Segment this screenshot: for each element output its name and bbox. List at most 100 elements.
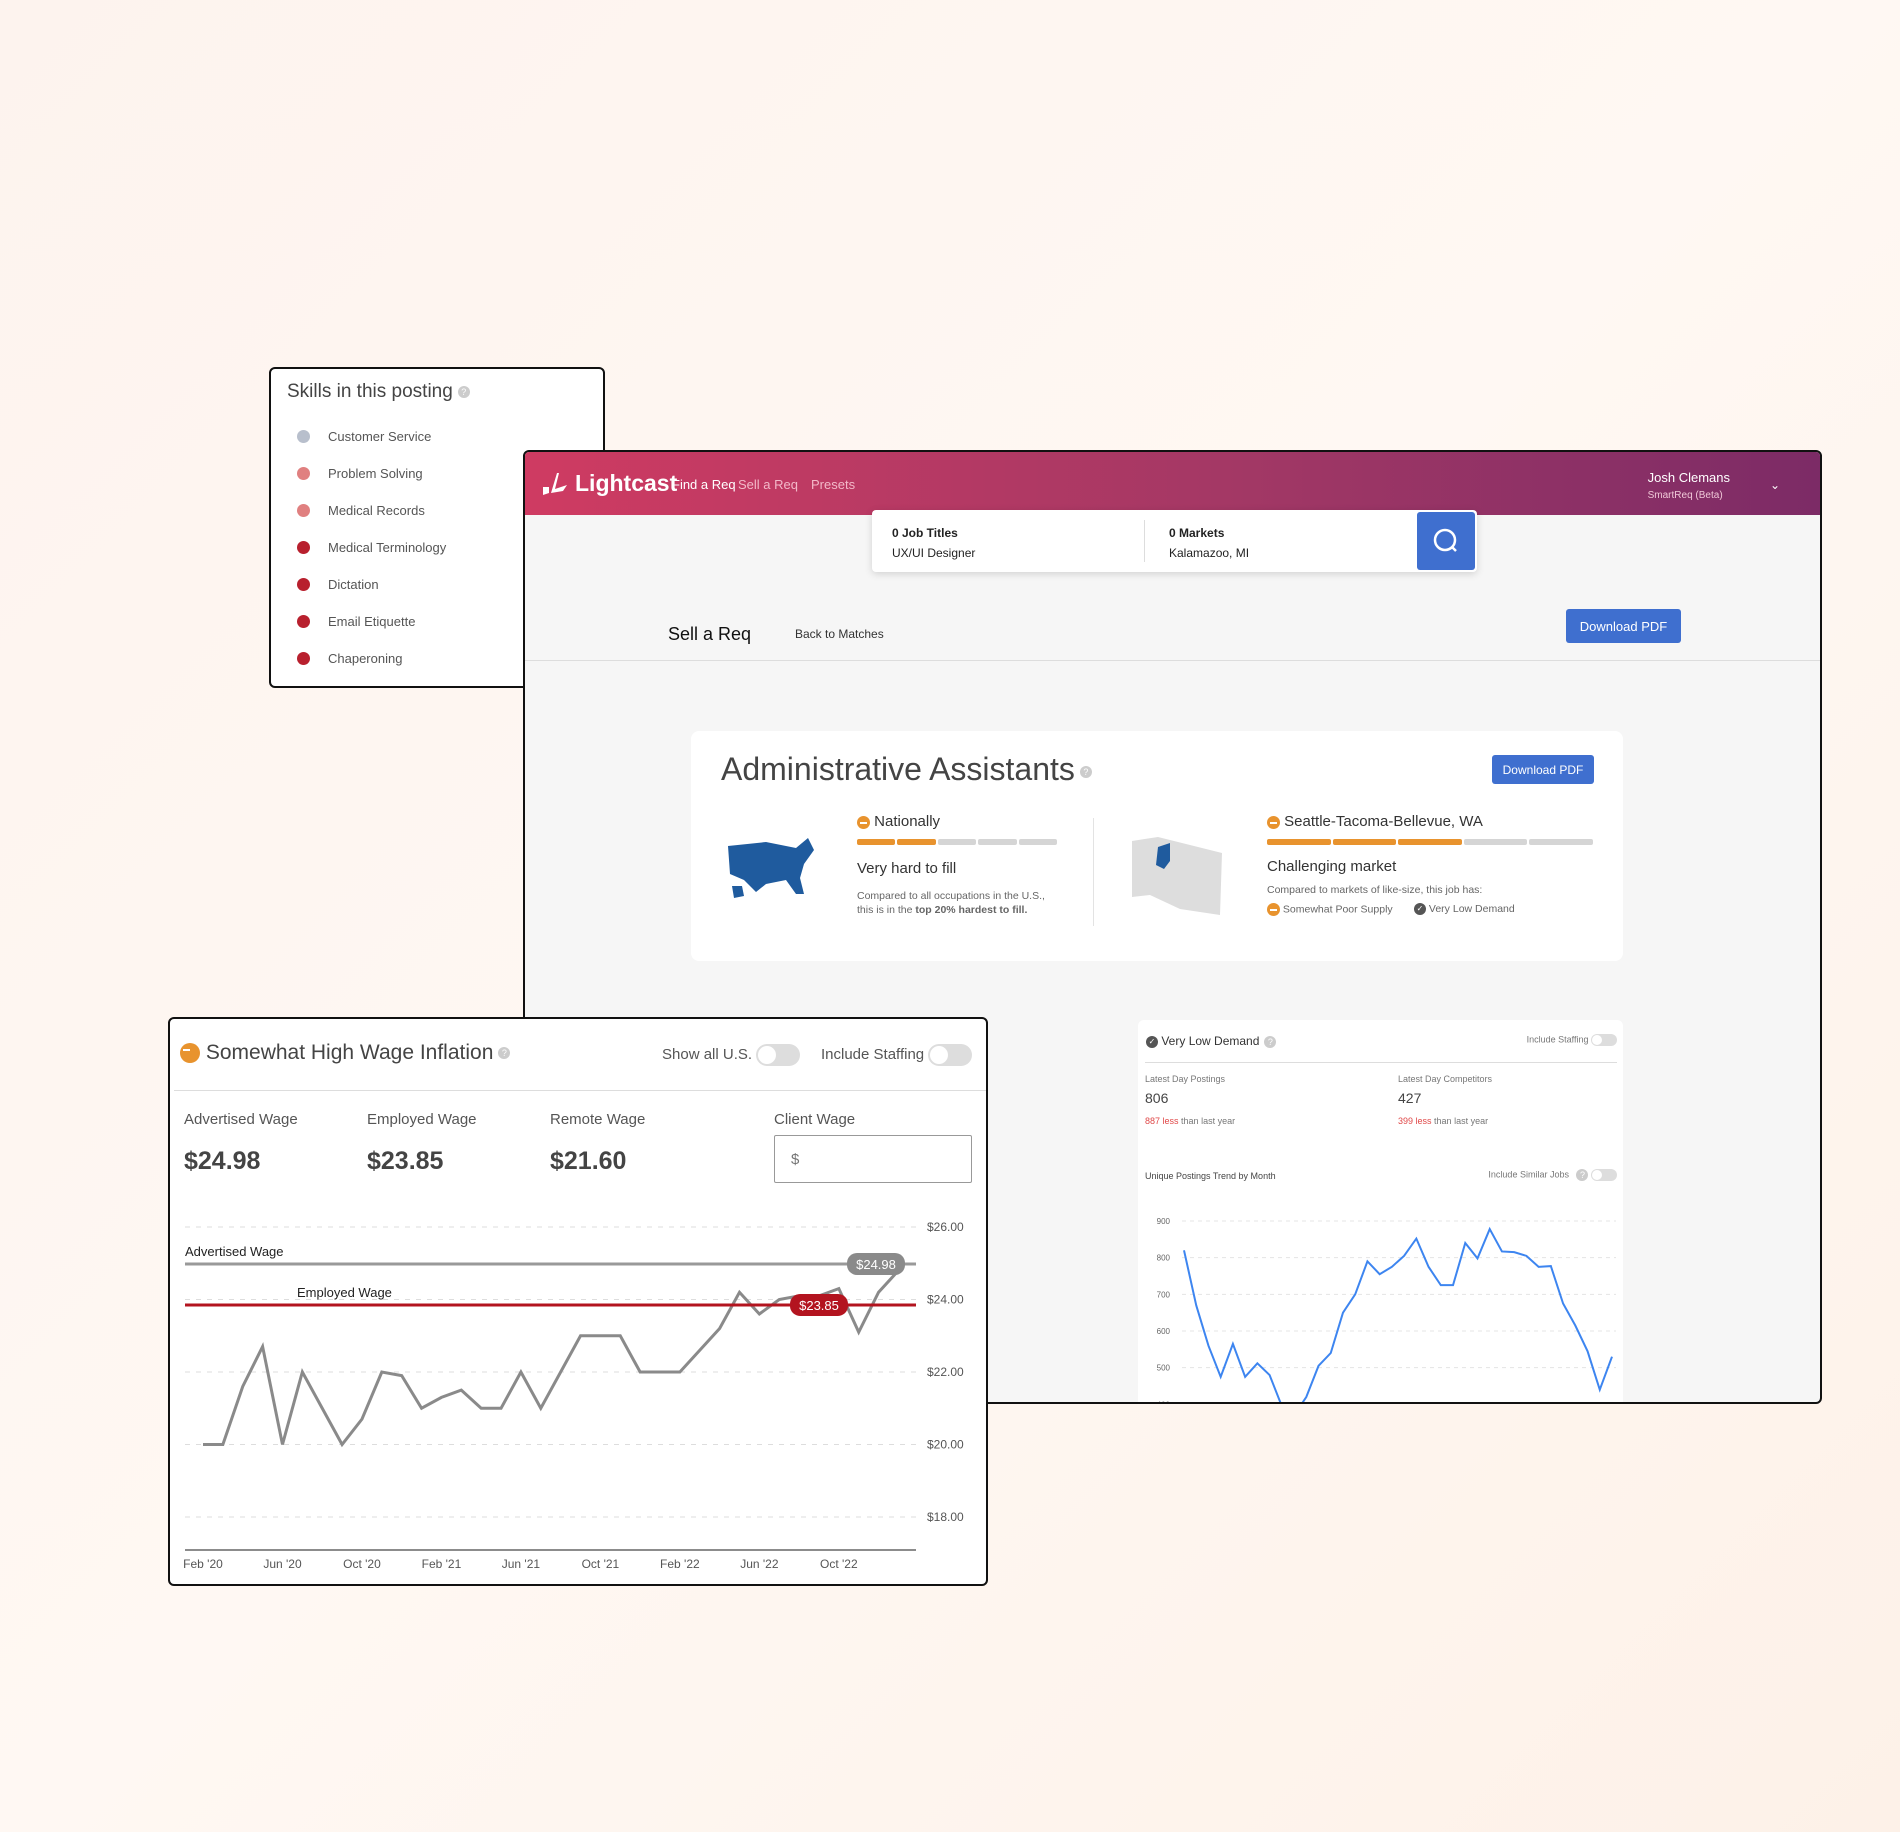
skill-label: Problem Solving [328, 466, 423, 481]
minus-circle-icon [857, 815, 870, 829]
demand-card: ✓ Very Low Demand? Include Staffing Late… [1138, 1020, 1623, 1404]
regional-headline: Challenging market [1267, 858, 1397, 875]
skill-label: Email Etiquette [328, 614, 416, 629]
y-tick-label: 800 [1157, 1254, 1171, 1263]
skill-label: Medical Terminology [328, 540, 447, 555]
national-headline: Very hard to fill [857, 860, 957, 877]
supply-badge: Somewhat Poor Supply [1267, 903, 1393, 916]
markets-field[interactable]: 0 Markets Kalamazoo, MI [1169, 526, 1249, 560]
skill-label: Chaperoning [328, 651, 403, 666]
national-description: Compared to all occupations in the U.S.,… [857, 890, 1045, 916]
x-tick-label: Jun '21 [502, 1557, 541, 1571]
wage-panel: Somewhat High Wage Inflation? Show all U… [168, 1017, 988, 1586]
skill-dot-icon [297, 504, 310, 517]
minus-circle-icon [1267, 815, 1280, 829]
y-tick-label: $22.00 [927, 1365, 964, 1379]
value-badge-label: $24.98 [856, 1257, 896, 1272]
y-tick-label: 900 [1157, 1217, 1171, 1226]
bar-segment [937, 839, 977, 845]
help-icon[interactable]: ? [1079, 765, 1092, 778]
nav-sell-a-req[interactable]: Sell a Req [738, 477, 798, 492]
x-tick-label: Jun '22 [740, 1557, 779, 1571]
top-nav: Lightcast Find a Req Sell a Req Presets … [525, 452, 1820, 515]
x-tick-label: Jun '20 [263, 1557, 302, 1571]
y-tick-label: 500 [1157, 1364, 1171, 1373]
job-titles-field[interactable]: 0 Job Titles UX/UI Designer [892, 526, 975, 560]
skill-label: Customer Service [328, 429, 432, 444]
help-icon[interactable]: ? [457, 385, 470, 398]
user-menu[interactable]: Josh Clemans SmartReq (Beta) [1648, 470, 1730, 501]
x-tick-label: Feb '20 [183, 1557, 223, 1571]
national-label: Nationally [857, 813, 940, 830]
occupation-title: Administrative Assistants? [721, 751, 1092, 788]
postings-trend-chart: 900 800 700 600 500 400 [1157, 1217, 1616, 1404]
bar-segment [1529, 839, 1593, 845]
download-pdf-button[interactable]: Download PDF [1492, 755, 1594, 784]
nav-find-a-req[interactable]: Find a Req [672, 477, 736, 492]
washington-map-icon [1132, 837, 1222, 915]
demand-badge: ✓ Very Low Demand [1414, 903, 1515, 916]
regional-description: Compared to markets of like-size, this j… [1267, 884, 1483, 896]
skill-dot-icon [297, 467, 310, 480]
y-tick-label: $18.00 [927, 1510, 964, 1524]
bar-segment [897, 839, 936, 845]
skill-item: Customer Service [297, 429, 431, 444]
regional-label: Seattle-Tacoma-Bellevue, WA [1267, 813, 1483, 830]
y-tick-label: 400 [1157, 1400, 1171, 1404]
x-tick-label: Feb '21 [422, 1557, 462, 1571]
bar-segment [1332, 839, 1397, 845]
divider [525, 660, 1820, 661]
divider [1144, 520, 1145, 562]
lightcast-logo-icon [543, 472, 567, 495]
occupation-card: Administrative Assistants? Download PDF … [691, 731, 1623, 961]
search-button[interactable] [1417, 512, 1475, 570]
skills-title: Skills in this posting? [287, 381, 470, 403]
skill-dot-icon [297, 652, 310, 665]
y-tick-label: $20.00 [927, 1438, 964, 1452]
back-to-matches-link[interactable]: Back to Matches [795, 627, 884, 641]
minus-circle-icon [1267, 903, 1280, 916]
chevron-down-icon[interactable]: ⌄ [1770, 478, 1780, 492]
skill-item: Dictation [297, 577, 379, 592]
bar-segment [1018, 839, 1058, 845]
postings-series-line [1183, 1226, 1613, 1402]
divider [1093, 818, 1094, 926]
y-tick-label: $26.00 [927, 1220, 964, 1234]
bar-segment [1398, 839, 1462, 845]
skill-item: Medical Records [297, 503, 425, 518]
skill-item: Medical Terminology [297, 540, 446, 555]
skill-label: Dictation [328, 577, 379, 592]
search-icon [1433, 528, 1457, 552]
check-circle-icon: ✓ [1414, 903, 1426, 916]
skill-item: Problem Solving [297, 466, 423, 481]
bar-segment [1463, 839, 1528, 845]
skill-label: Medical Records [328, 503, 425, 518]
skill-dot-icon [297, 541, 310, 554]
x-tick-label: Oct '22 [820, 1557, 858, 1571]
us-map-icon [728, 838, 814, 898]
x-tick-label: Oct '20 [343, 1557, 381, 1571]
skill-dot-icon [297, 578, 310, 591]
x-tick-label: Oct '21 [582, 1557, 620, 1571]
skill-item: Email Etiquette [297, 614, 415, 629]
nav-presets[interactable]: Presets [811, 477, 855, 492]
reference-line-label: Advertised Wage [185, 1244, 284, 1259]
value-badge-label: $23.85 [799, 1298, 839, 1313]
skill-dot-icon [297, 430, 310, 443]
download-pdf-button[interactable]: Download PDF [1566, 609, 1681, 643]
y-tick-label: $24.00 [927, 1293, 964, 1307]
bar-segment [978, 839, 1017, 845]
wage-trend-chart: $26.00 $24.00 $22.00 $20.00 $18.00 Feb '20 Jun… [183, 1220, 964, 1571]
reference-line-label: Employed Wage [297, 1285, 392, 1300]
skill-dot-icon [297, 615, 310, 628]
search-bar: 0 Job Titles UX/UI Designer 0 Markets Kala… [872, 510, 1477, 572]
regional-difficulty-bar [1267, 839, 1593, 845]
bar-segment [857, 839, 896, 845]
logo[interactable]: Lightcast [541, 470, 677, 497]
national-difficulty-bar [857, 839, 1058, 845]
page-title: Sell a Req [668, 624, 752, 644]
skill-item: Chaperoning [297, 651, 402, 666]
y-tick-label: 600 [1157, 1327, 1171, 1336]
y-tick-label: 700 [1157, 1290, 1171, 1299]
bar-segment [1267, 839, 1331, 845]
